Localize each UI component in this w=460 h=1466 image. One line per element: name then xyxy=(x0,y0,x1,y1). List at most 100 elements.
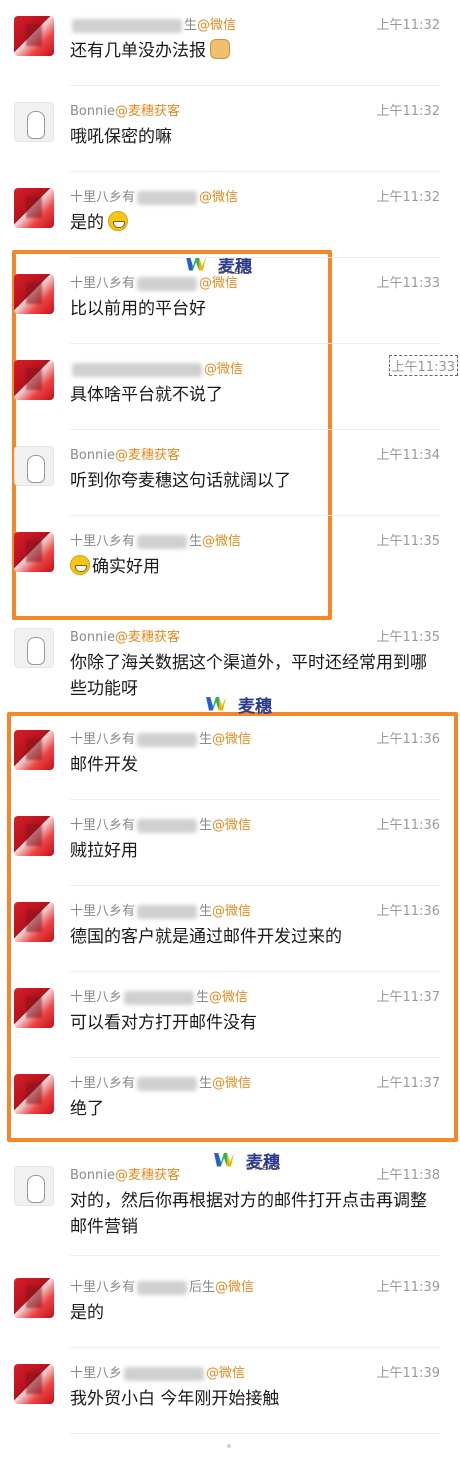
avatar[interactable] xyxy=(14,102,54,142)
message-text[interactable]: 听到你夸麦穗这句话就阔以了 xyxy=(70,468,440,494)
chat-message[interactable]: 十里八乡有 生@微信 上午11:35 确实好用 xyxy=(0,516,460,602)
message-time: 上午11:34 xyxy=(376,448,440,463)
avatar[interactable] xyxy=(14,274,54,314)
chat-message[interactable]: 十里八乡有 @微信 上午11:32 是的 xyxy=(0,172,460,258)
sender-name: Bonnie@麦穗获客 xyxy=(70,104,180,119)
sender-name: 十里八乡有 生@微信 xyxy=(70,818,252,833)
sender-name: @微信 xyxy=(70,358,243,377)
chat-message[interactable]: @微信 上午11:33 具体啥平台就不说了 xyxy=(0,344,460,430)
message-text[interactable]: 哦吼保密的嘛 xyxy=(70,124,440,150)
sender-name: 十里八乡有 @微信 xyxy=(70,276,239,291)
chat-message[interactable]: 生@微信 上午11:32 还有几单没办法报 xyxy=(0,0,460,86)
message-time: 上午11:36 xyxy=(376,818,440,833)
avatar[interactable] xyxy=(14,1074,54,1114)
chat-message[interactable]: 十里八乡 @微信 上午11:39 我外贸小白 今年刚开始接触 xyxy=(0,1348,460,1434)
chat-message[interactable]: Bonnie@麦穗获客 上午11:38 对的，然后你再根据对方的邮件打开点击再调… xyxy=(0,1150,460,1256)
avatar[interactable] xyxy=(14,188,54,228)
message-text[interactable]: 你除了海关数据这个渠道外，平时还经常用到哪些功能呀 xyxy=(70,650,440,702)
sender-name: 生@微信 xyxy=(70,14,236,33)
sender-name: 十里八乡有 生@微信 xyxy=(70,534,242,549)
chat-message[interactable]: 十里八乡 生@微信 上午11:37 可以看对方打开邮件没有 xyxy=(0,972,460,1058)
chat-message[interactable]: 十里八乡有 生@微信 上午11:37 绝了 xyxy=(0,1058,460,1144)
chat-message[interactable]: Bonnie@麦穗获客 上午11:35 你除了海关数据这个渠道外，平时还经常用到… xyxy=(0,612,460,712)
redacted-name xyxy=(137,904,198,919)
bunny-icon xyxy=(27,111,45,139)
bunny-icon xyxy=(27,637,45,665)
redacted-name xyxy=(72,18,182,33)
avatar[interactable] xyxy=(14,360,54,400)
message-text[interactable]: 具体啥平台就不说了 xyxy=(70,382,440,408)
redacted-name xyxy=(137,732,198,747)
avatar[interactable] xyxy=(14,532,54,572)
avatar[interactable] xyxy=(14,628,54,668)
grin-icon xyxy=(70,555,90,575)
redacted-name xyxy=(137,190,198,205)
chat-message[interactable]: 十里八乡有 @微信 上午11:33 比以前用的平台好 xyxy=(0,258,460,344)
message-time: 上午11:38 xyxy=(376,1168,440,1183)
message-time: 上午11:32 xyxy=(376,190,440,205)
message-time: 上午11:32 xyxy=(376,104,440,119)
sender-name: 十里八乡有 @微信 xyxy=(70,190,239,205)
message-text[interactable]: 绝了 xyxy=(70,1096,440,1122)
message-time: 上午11:32 xyxy=(376,18,440,33)
message-text[interactable]: 邮件开发 xyxy=(70,752,440,778)
avatar[interactable] xyxy=(14,16,54,56)
message-text[interactable]: 是的 xyxy=(70,1300,440,1326)
redacted-name xyxy=(124,1366,205,1381)
message-time: 上午11:35 xyxy=(376,630,440,645)
redacted-name xyxy=(137,1076,198,1091)
avatar[interactable] xyxy=(14,988,54,1028)
chat-message[interactable]: 十里八乡有 生@微信 上午11:36 邮件开发 xyxy=(0,714,460,800)
sender-name: 十里八乡有 后生@微信 xyxy=(70,1280,255,1295)
bunny-icon xyxy=(27,1175,45,1203)
message-time: 上午11:35 xyxy=(376,534,440,549)
avatar[interactable] xyxy=(14,1278,54,1318)
redacted-name xyxy=(137,1280,188,1295)
message-text[interactable]: 贼拉好用 xyxy=(70,838,440,864)
sender-name: 十里八乡 生@微信 xyxy=(70,990,249,1005)
redacted-name xyxy=(137,276,198,291)
chat-message[interactable]: 十里八乡有 生@微信 上午11:36 贼拉好用 xyxy=(0,800,460,886)
sender-name: 十里八乡有 生@微信 xyxy=(70,904,252,919)
message-time: 上午11:36 xyxy=(376,904,440,919)
message-text[interactable]: 是的 xyxy=(70,210,440,236)
message-text[interactable]: 可以看对方打开邮件没有 xyxy=(70,1010,440,1036)
avatar[interactable] xyxy=(14,1364,54,1404)
scroll-indicator xyxy=(227,1444,231,1448)
redacted-name xyxy=(137,818,198,833)
avatar[interactable] xyxy=(14,446,54,486)
message-time: 上午11:39 xyxy=(376,1280,440,1295)
message-time: 上午11:39 xyxy=(376,1366,440,1381)
message-text[interactable]: 确实好用 xyxy=(70,554,440,580)
message-text[interactable]: 我外贸小白 今年刚开始接触 xyxy=(70,1386,440,1412)
message-time: 上午11:37 xyxy=(376,1076,440,1091)
message-text[interactable]: 对的，然后你再根据对方的邮件打开点击再调整邮件营销 xyxy=(70,1188,440,1240)
message-text[interactable]: 还有几单没办法报 xyxy=(70,38,440,64)
message-time: 上午11:36 xyxy=(376,732,440,747)
divider xyxy=(70,1433,440,1434)
message-time[interactable]: 上午11:33 xyxy=(388,355,458,376)
doge-icon xyxy=(210,39,230,59)
chat-message[interactable]: Bonnie@麦穗获客 上午11:32 哦吼保密的嘛 xyxy=(0,86,460,172)
message-text[interactable]: 德国的客户就是通过邮件开发过来的 xyxy=(70,924,440,950)
redacted-name xyxy=(72,362,202,377)
sender-name: 十里八乡 @微信 xyxy=(70,1366,246,1381)
sender-name: Bonnie@麦穗获客 xyxy=(70,630,180,645)
avatar[interactable] xyxy=(14,1166,54,1206)
avatar[interactable] xyxy=(14,730,54,770)
message-text[interactable]: 比以前用的平台好 xyxy=(70,296,440,322)
grin-icon xyxy=(108,211,128,231)
redacted-name xyxy=(137,534,188,549)
sender-name: 十里八乡有 生@微信 xyxy=(70,732,252,747)
chat-message[interactable]: 十里八乡有 生@微信 上午11:36 德国的客户就是通过邮件开发过来的 xyxy=(0,886,460,972)
message-time: 上午11:37 xyxy=(376,990,440,1005)
sender-name: 十里八乡有 生@微信 xyxy=(70,1076,252,1091)
avatar[interactable] xyxy=(14,816,54,856)
chat-message[interactable]: Bonnie@麦穗获客 上午11:34 听到你夸麦穗这句话就阔以了 xyxy=(0,430,460,516)
avatar[interactable] xyxy=(14,902,54,942)
chat-message[interactable]: 十里八乡有 后生@微信 上午11:39 是的 xyxy=(0,1262,460,1348)
sender-name: Bonnie@麦穗获客 xyxy=(70,1168,180,1183)
sender-name: Bonnie@麦穗获客 xyxy=(70,448,180,463)
message-time: 上午11:33 xyxy=(376,276,440,291)
divider xyxy=(70,1255,440,1256)
